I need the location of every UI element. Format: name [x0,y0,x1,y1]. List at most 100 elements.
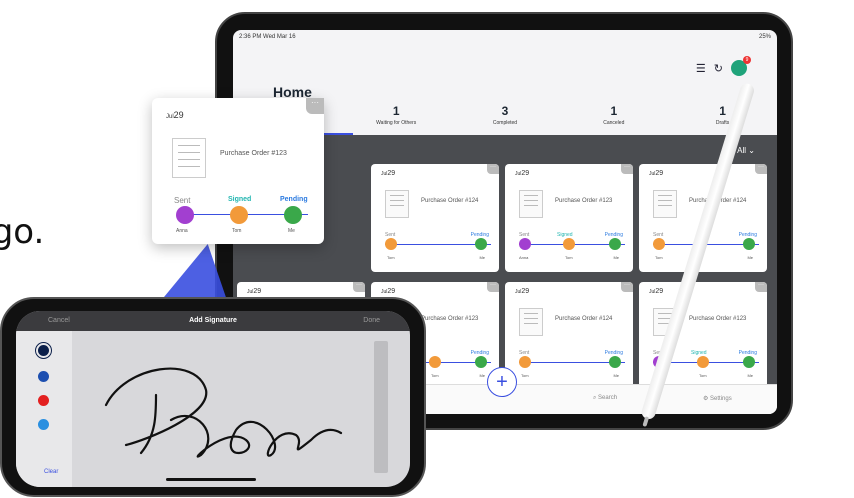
avatar-me [475,356,487,368]
settings-tab[interactable]: ⚙ Settings [703,395,732,402]
person-name: Tom [521,373,529,378]
more-icon[interactable]: ··· [306,98,324,114]
iphone-device: Cancel Add Signature Done Clear [0,297,426,497]
avatar-anna [519,238,531,250]
color-swatch-light-blue[interactable] [38,419,49,430]
avatar-anna [176,206,194,224]
person-name: Tom [232,228,242,234]
avatar-me [475,238,487,250]
color-swatch-blue[interactable] [38,371,49,382]
card-date: Jul29 [515,288,530,295]
scroll-rail[interactable] [374,341,388,473]
card-title: Purchase Order #123 [220,150,287,157]
card-date: Jul29 [649,288,664,295]
refresh-icon[interactable]: ↻ [714,62,723,75]
tab-completed[interactable]: 3 Completed [451,104,560,134]
tab-count: 1 [719,104,726,118]
avatar-me [609,356,621,368]
tab-canceled[interactable]: 1 Canceled [559,104,668,134]
more-icon[interactable]: ··· [755,282,767,292]
avatar-tom [653,238,665,250]
person-name: Me [613,373,619,378]
person-name: Tom [699,373,707,378]
clear-button[interactable]: Clear [44,469,58,475]
card-title: Purchase Order #123 [421,316,479,322]
home-indicator [166,478,256,481]
person-name: Me [747,255,753,260]
signature-header: Cancel Add Signature Done [16,311,410,331]
card-title: Purchase Order #124 [555,316,613,322]
document-icon [519,308,543,336]
person-name: Tom [431,373,439,378]
list-icon[interactable]: ☰ [696,62,706,75]
card-title: Purchase Order #123 [555,198,613,204]
battery-status: 25% [758,34,771,40]
card-date: Jul29 [247,288,262,295]
card-date: Jul29 [166,110,184,120]
settings-label: Settings [710,396,732,402]
avatar-me [743,238,755,250]
avatar-me [284,206,302,224]
card-date-day: 29 [387,170,396,177]
person-name: Anna [519,255,529,260]
person-name: Anna [176,228,188,234]
more-icon[interactable]: ··· [353,282,365,292]
avatar[interactable]: 9 [731,56,751,76]
more-icon[interactable]: ··· [621,282,633,292]
status-signed: Signed [228,196,252,203]
status-time: 2:36 PM Wed Mar 16 [239,34,296,40]
color-swatch-navy[interactable] [38,345,49,356]
card-date-day: 29 [387,288,396,295]
search-label: Search [598,395,618,401]
done-button[interactable]: Done [363,317,380,324]
person-name: Tom [387,255,395,260]
status-sent: Sent [174,196,191,205]
person-name: Me [479,373,485,378]
tab-count: 1 [610,104,618,118]
marketing-composite: e e go. 2:36 PM Wed Mar 16 25% ☰ ↻ 9 Hom… [0,0,854,498]
avatar-tom [697,356,709,368]
card-date-day: 29 [655,170,664,177]
document-card-zoomed[interactable]: Jul29 ··· Purchase Order #123 Sent Signe… [152,98,324,244]
search-tab[interactable]: ⌕ Search [593,395,617,402]
filter-dropdown[interactable]: All ⌄ [737,146,755,155]
color-swatch-red[interactable] [38,395,49,406]
sheet-title: Add Signature [189,317,237,324]
person-name: Me [613,255,619,260]
card-date-day: 29 [521,170,530,177]
signature-stroke [104,367,343,458]
status-bar: 2:36 PM Wed Mar 16 25% [233,30,777,44]
signature-canvas[interactable] [86,335,366,475]
more-icon[interactable]: ··· [755,164,767,174]
more-icon[interactable]: ··· [487,282,499,292]
card-date-day: 29 [173,110,184,120]
status-signed: Signed [691,350,707,356]
more-icon[interactable]: ··· [621,164,633,174]
document-card[interactable]: Jul29 ··· Purchase Order #123 Sent Signe… [505,164,633,272]
tab-count: 3 [501,104,509,118]
tab-label: Completed [492,120,518,126]
signature-screen: Cancel Add Signature Done Clear [16,311,410,487]
color-palette: Clear [16,331,72,487]
tab-label: Canceled [603,120,625,126]
card-date-day: 29 [655,288,664,295]
avatar-tom [385,238,397,250]
document-icon [385,190,409,218]
person-name: Tom [565,255,573,260]
more-icon[interactable]: ··· [487,164,499,174]
card-date: Jul29 [381,170,396,177]
card-date: Jul29 [381,288,396,295]
tab-waiting[interactable]: 1 Waiting for Others [342,104,451,134]
tab-drafts[interactable]: 1 Drafts [668,104,777,134]
status-signed: Signed [557,232,573,238]
add-document-button[interactable]: + [487,367,517,397]
avatar-tom [563,238,575,250]
hero-text-bottom: e go. [0,212,45,252]
card-date-day: 29 [253,288,262,295]
card-title: Purchase Order #124 [421,198,479,204]
person-name: Me [288,228,295,234]
avatar-tom [519,356,531,368]
avatar-tom [230,206,248,224]
document-card[interactable]: Jul29 ··· Purchase Order #124 Sent Pendi… [505,282,633,390]
document-card[interactable]: Jul29 ··· Purchase Order #124 Sent Pendi… [371,164,499,272]
